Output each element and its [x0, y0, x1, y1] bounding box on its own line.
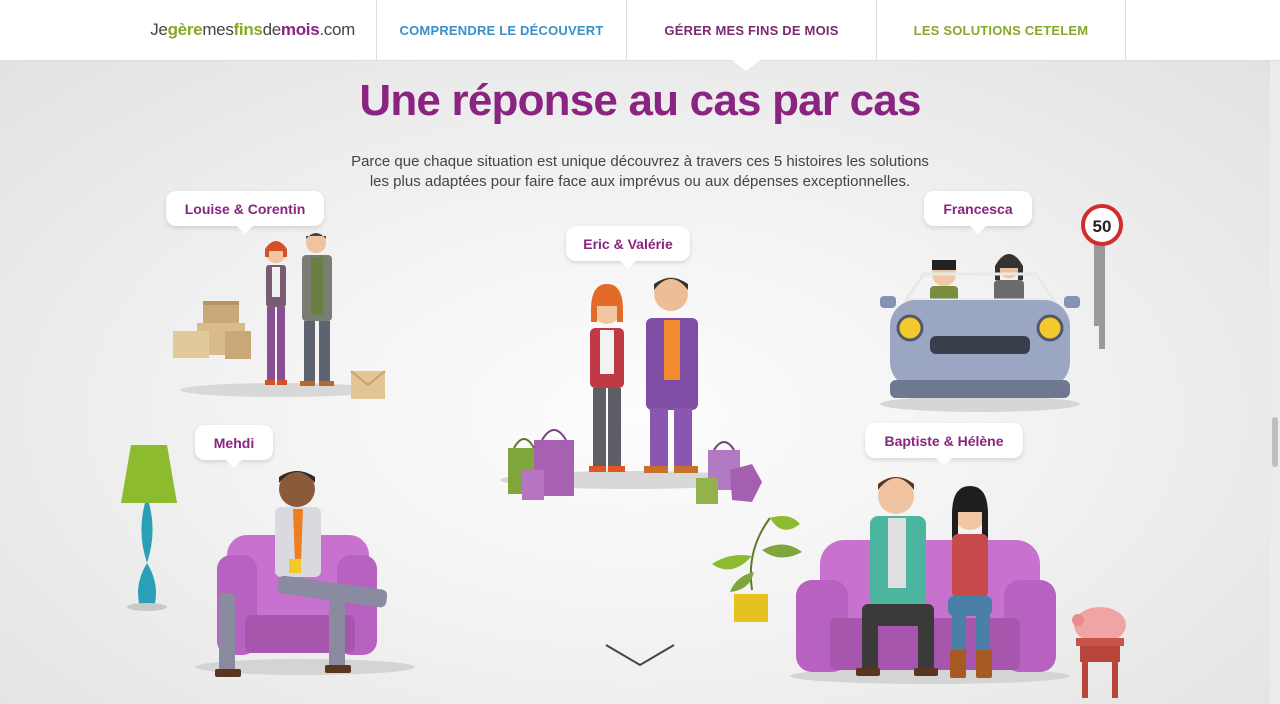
logo-part: mes: [202, 20, 234, 39]
story-eric-valerie[interactable]: Eric & Valérie: [566, 226, 690, 269]
mehdi-illustration[interactable]: [115, 445, 415, 695]
logo-part: Je: [150, 20, 168, 39]
page-subtitle: Parce que chaque situation est unique dé…: [0, 152, 1280, 192]
nav-gerer-fins-de-mois[interactable]: GÉRER MES FINS DE MOIS: [626, 0, 876, 60]
subtitle-line: les plus adaptées pour faire face aux im…: [369, 173, 911, 190]
active-nav-indicator: [732, 60, 760, 71]
baptiste-helene-illustration[interactable]: [790, 470, 1130, 700]
logo-part: de: [262, 20, 282, 39]
scrollbar-thumb[interactable]: [1272, 417, 1278, 467]
nav-solutions-cetelem[interactable]: LES SOLUTIONS CETELEM: [876, 0, 1126, 60]
subtitle-line: Parce que chaque situation est unique dé…: [351, 153, 929, 170]
chevron-down-icon[interactable]: [604, 643, 676, 669]
story-baptiste-helene[interactable]: Baptiste & Hélène: [865, 423, 1023, 466]
top-nav: Je gère mes fins de mois .com COMPRENDRE LE DÉ…: [0, 0, 1280, 61]
logo-part: fins: [233, 20, 263, 39]
speed-sign-label: 50: [1093, 217, 1112, 236]
francesca-car-illustration[interactable]: [870, 216, 1099, 415]
story-francesca[interactable]: Francesca: [924, 191, 1032, 234]
nav-comprendre-decouvert[interactable]: COMPRENDRE LE DÉCOUVERT: [376, 0, 626, 60]
story-louise-corentin[interactable]: Louise & Corentin: [166, 191, 324, 234]
logo-part: mois: [280, 20, 320, 39]
eric-valerie-illustration[interactable]: [500, 270, 770, 510]
speed-sign: 50: [1081, 204, 1123, 349]
logo-part: .com: [319, 20, 355, 39]
site-logo[interactable]: Je gère mes fins de mois .com: [0, 0, 376, 60]
logo-part: gère: [167, 20, 203, 39]
louise-corentin-illustration[interactable]: [165, 225, 395, 405]
page-title: Une réponse au cas par cas: [359, 76, 921, 125]
